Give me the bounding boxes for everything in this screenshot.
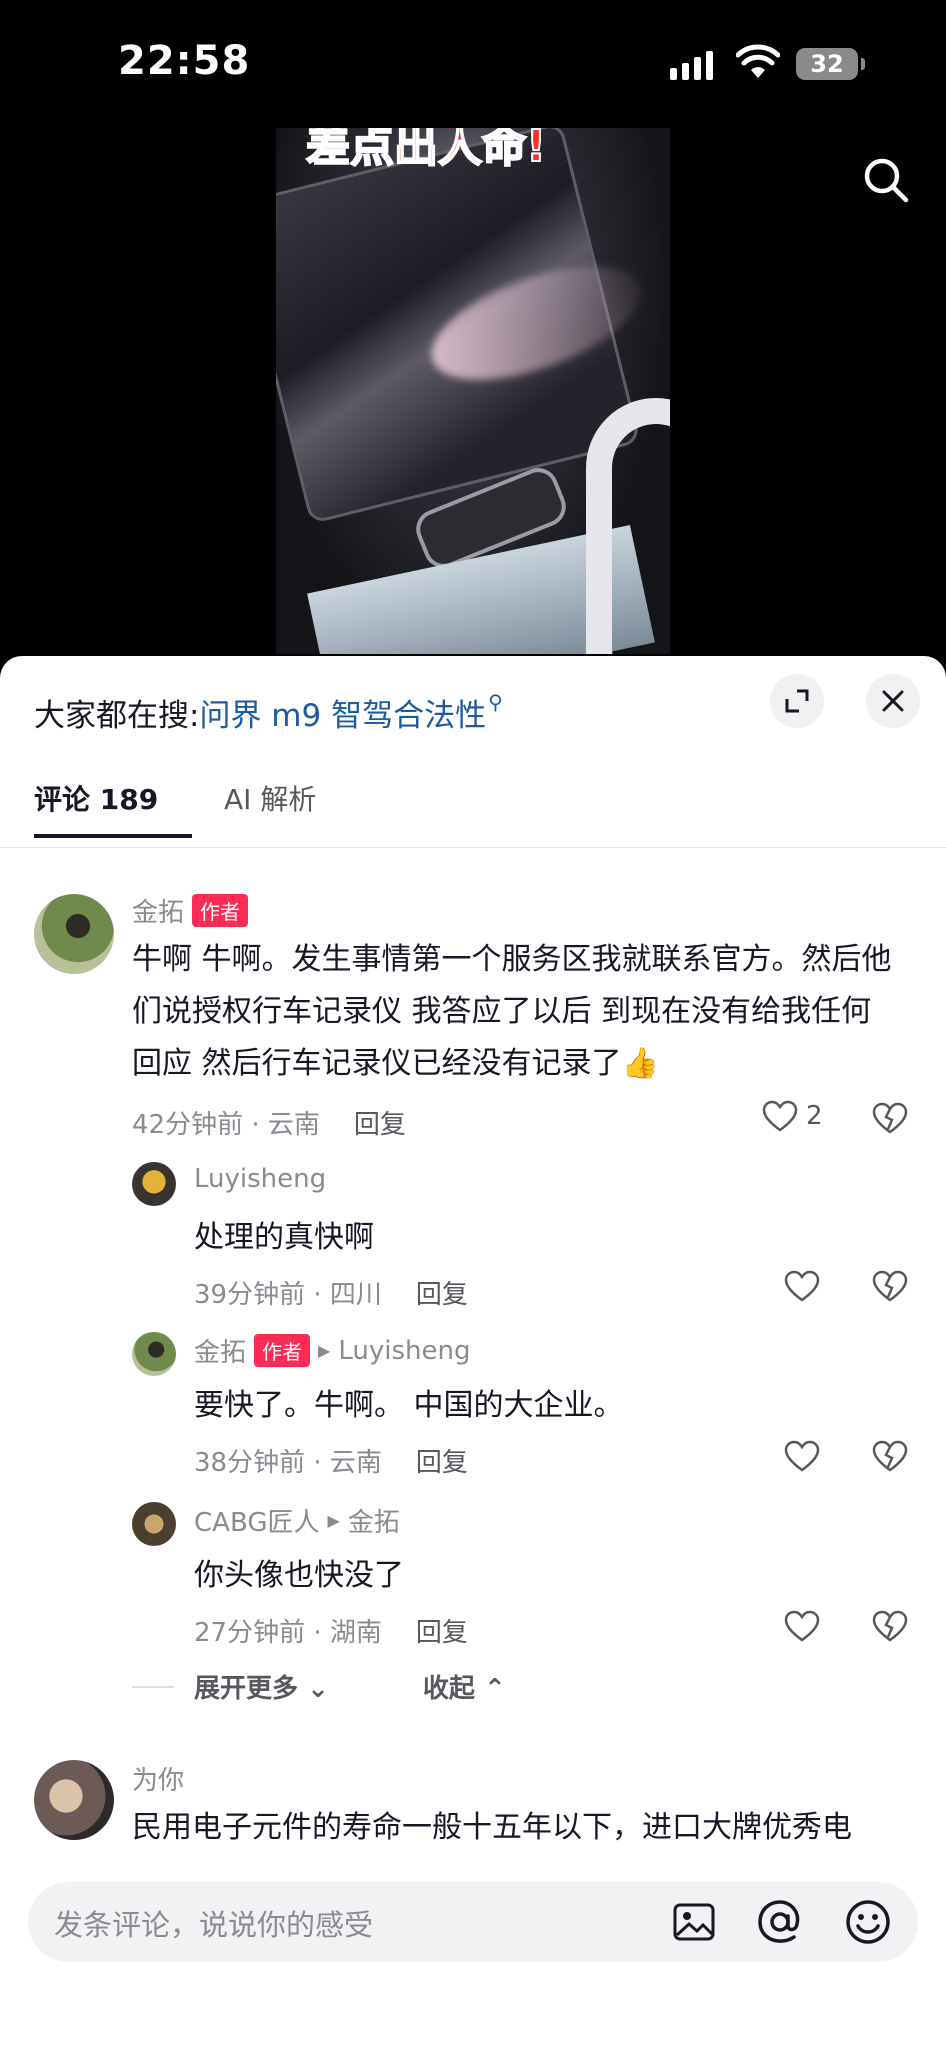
comment-text: 民用电子元件的寿命一般十五年以下，进口大牌优秀电 (132, 1810, 852, 1845)
comment-time: 27分钟前 · 湖南 (194, 1618, 382, 1648)
emoji-icon[interactable] (842, 1896, 894, 1948)
comment-tabs: 评论 189 AI 解析 (0, 778, 946, 848)
expand-more-label: 展开更多 (194, 1674, 299, 1704)
dislike-icon[interactable] (872, 1610, 908, 1642)
comment-input-placeholder: 发条评论，说说你的感受 (54, 1908, 374, 1942)
video-frame-wheel (586, 398, 670, 654)
reply-arrow-icon: ▶ (318, 1341, 331, 1360)
comment-panel: 大家都在搜:问界 m9 智驾合法性 ⚲ 评论 189 AI 解析 金拓 作者 牛啊… (0, 656, 946, 2048)
author-badge: 作者 (192, 894, 249, 927)
wifi-icon (736, 44, 780, 78)
chevron-down-icon: ⌄ (307, 1674, 329, 1704)
comment-meta: 27分钟前 · 湖南 回复 (194, 1612, 468, 1649)
mini-search-icon: ⚲ (488, 690, 503, 714)
like-button[interactable]: 2 (762, 1100, 823, 1132)
collapse-button[interactable]: 收起 ⌃ (423, 1668, 506, 1705)
tab-ai-analysis[interactable]: AI 解析 (224, 778, 316, 818)
comment-author-row: Luyisheng (194, 1164, 326, 1194)
close-icon (882, 690, 904, 712)
reply-button[interactable]: 回复 (416, 1618, 468, 1648)
expand-more-button[interactable]: 展开更多 ⌄ (194, 1668, 329, 1705)
author-badge: 作者 (254, 1334, 311, 1367)
comment-author[interactable]: CABG匠人 (194, 1502, 319, 1539)
comment-meta: 38分钟前 · 云南 回复 (194, 1442, 468, 1479)
chevron-up-icon: ⌃ (483, 1674, 506, 1704)
close-button[interactable] (866, 674, 920, 728)
comment-author-row: 金拓 作者 (132, 892, 249, 929)
comment-author[interactable]: 金拓 (132, 892, 184, 929)
signal-icon (670, 50, 713, 80)
comment-text: 要快了。牛啊。 中国的大企业。 (194, 1388, 624, 1423)
reply-button[interactable]: 回复 (354, 1110, 406, 1140)
reply-button[interactable]: 回复 (416, 1280, 468, 1310)
replies-controls: 展开更多 ⌄ 收起 ⌃ (132, 1668, 506, 1705)
status-bar: 22:58 32 (0, 0, 946, 120)
comment-author-row: 为你 (132, 1760, 184, 1797)
collapse-label: 收起 (422, 1674, 475, 1704)
comment-text: 牛啊 牛啊。发生事情第一个服务区我就联系官方。然后他们说授权行车记录仪 我答应了… (132, 942, 892, 1081)
avatar[interactable] (34, 894, 114, 974)
suggestion-prefix: 大家都在搜: (34, 698, 200, 734)
heart-icon[interactable] (784, 1270, 820, 1302)
reply-button[interactable]: 回复 (416, 1448, 468, 1478)
avatar[interactable] (132, 1332, 176, 1376)
reply-to-name[interactable]: 金拓 (348, 1502, 400, 1539)
video-caption: 差点出人命! (305, 128, 547, 173)
comment-meta: 42分钟前 · 云南 回复 (132, 1104, 406, 1141)
comment-author-row: CABG匠人 ▶ 金拓 (194, 1502, 400, 1539)
comment-time: 42分钟前 · 云南 (132, 1110, 320, 1140)
dislike-icon[interactable] (872, 1440, 908, 1472)
battery-indicator: 32 (796, 48, 865, 80)
reply-arrow-icon: ▶ (327, 1511, 340, 1530)
avatar[interactable] (132, 1162, 176, 1206)
comment-author-row: 金拓 作者 ▶ Luyisheng (194, 1332, 470, 1369)
heart-icon[interactable] (784, 1440, 820, 1472)
heart-icon[interactable] (784, 1610, 820, 1642)
divider-line (132, 1685, 174, 1688)
comment-author[interactable]: Luyisheng (194, 1164, 326, 1194)
suggestion-query[interactable]: 问界 m9 智驾合法性 (199, 698, 486, 734)
at-icon[interactable] (754, 1896, 806, 1948)
status-time: 22:58 (118, 38, 251, 84)
tab-comments[interactable]: 评论 189 (34, 778, 193, 838)
reply-to-name[interactable]: Luyisheng (338, 1336, 470, 1366)
comment-author[interactable]: 为你 (132, 1760, 184, 1797)
dislike-icon[interactable] (872, 1270, 908, 1302)
search-suggestion[interactable]: 大家都在搜:问界 m9 智驾合法性 ⚲ (34, 690, 503, 735)
comment-author[interactable]: 金拓 (194, 1332, 246, 1369)
comment-time: 39分钟前 · 四川 (194, 1280, 382, 1310)
expand-icon (785, 689, 809, 713)
expand-button[interactable] (770, 674, 824, 728)
avatar[interactable] (34, 1760, 114, 1840)
image-icon[interactable] (668, 1896, 720, 1948)
like-count: 2 (806, 1101, 823, 1131)
dislike-icon[interactable] (872, 1102, 908, 1134)
comment-time: 38分钟前 · 云南 (194, 1448, 382, 1478)
video-player[interactable]: 差点出人命! (276, 128, 670, 654)
comment-input[interactable]: 发条评论，说说你的感受 (28, 1882, 918, 1962)
avatar[interactable] (132, 1502, 176, 1546)
heart-icon (762, 1100, 798, 1132)
search-icon[interactable] (858, 152, 914, 208)
comment-meta: 39分钟前 · 四川 回复 (194, 1274, 468, 1311)
comment-text: 处理的真快啊 (194, 1220, 374, 1255)
comment-text: 你头像也快没了 (194, 1558, 404, 1593)
